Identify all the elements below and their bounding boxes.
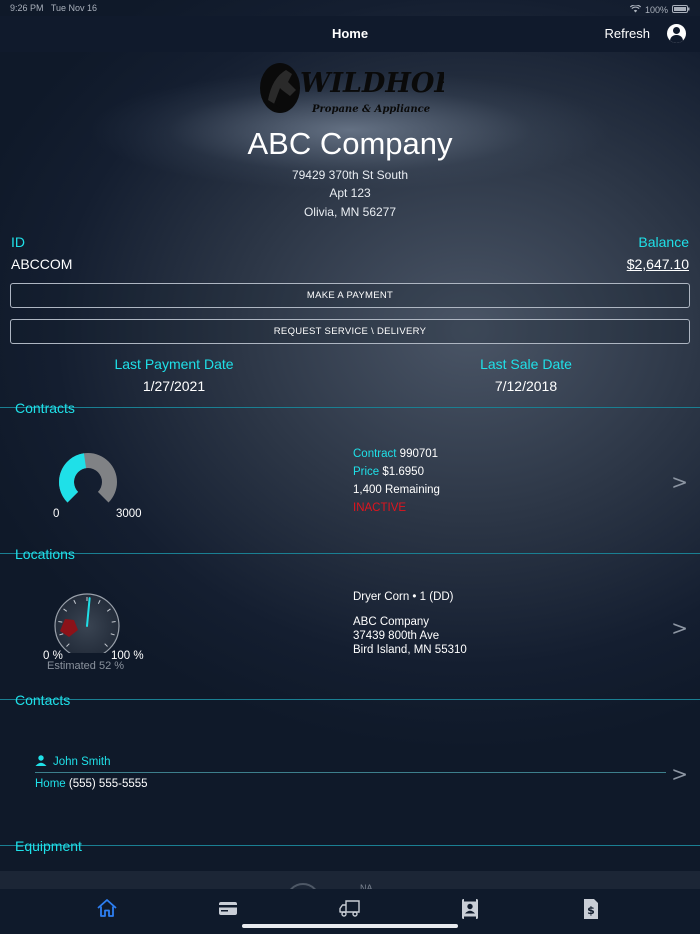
balance-value-link[interactable]: $2,647.10 xyxy=(627,256,689,272)
contact-separator xyxy=(35,772,666,773)
house-icon xyxy=(96,899,118,922)
contract-label: Contract xyxy=(353,448,397,460)
status-time: 9:26 PM xyxy=(10,3,44,13)
status-bar: 9:26 PM Tue Nov 16 100% xyxy=(0,0,700,16)
contracts-section-title: Contracts xyxy=(15,400,75,416)
tab-payments[interactable] xyxy=(217,898,241,920)
contact-book-icon xyxy=(459,899,481,924)
logo-tagline-text: Propane & Appliance xyxy=(311,104,430,115)
last-payment-date-value: 1/27/2021 xyxy=(142,378,206,394)
contract-number-row: Contract 990701 xyxy=(353,448,438,460)
location-city: Bird Island, MN 55310 xyxy=(353,644,467,656)
truck-icon xyxy=(338,900,362,922)
price-label: Price xyxy=(353,466,380,478)
locations-divider xyxy=(0,553,700,554)
battery-percent: 100% xyxy=(644,4,668,15)
contract-chevron-icon[interactable]: > xyxy=(671,470,688,494)
contract-usage-gauge xyxy=(59,453,117,503)
tank-estimated-level: Estimated 52 % xyxy=(47,660,125,672)
contract-gauge-min: 0 xyxy=(53,508,60,520)
contacts-section-title: Contacts xyxy=(15,692,71,708)
make-payment-button[interactable]: MAKE A PAYMENT xyxy=(10,283,690,308)
last-sale-date-label: Last Sale Date xyxy=(480,356,572,372)
address-line-3: Olivia, MN 56277 xyxy=(303,205,397,219)
address-line-2: Apt 123 xyxy=(329,186,371,200)
navigation-bar: Home Refresh xyxy=(0,16,700,52)
svg-text:$: $ xyxy=(587,904,595,917)
contract-status-badge: INACTIVE xyxy=(353,502,407,514)
user-account-icon[interactable] xyxy=(667,24,686,43)
contract-number: 990701 xyxy=(399,448,439,460)
logo-brand-text: WILDHORSE xyxy=(300,68,444,99)
nav-title: Home xyxy=(331,26,369,41)
contract-price-row: Price $1.6950 xyxy=(353,466,424,478)
equipment-section-title: Equipment xyxy=(15,838,82,854)
contact-chevron-icon[interactable]: > xyxy=(671,762,688,786)
battery-icon xyxy=(672,4,690,15)
account-id-label: ID xyxy=(11,234,25,250)
invoice-dollar-icon: $ xyxy=(580,899,602,924)
contract-remaining: 1,400 Remaining xyxy=(353,484,440,496)
account-id-value: ABCCOM xyxy=(11,256,73,272)
contact-phone-row: Home (555) 555-5555 xyxy=(35,778,148,790)
contract-gauge-max: 3000 xyxy=(116,508,142,520)
contact-name: John Smith xyxy=(53,756,111,768)
locations-section-title: Locations xyxy=(15,546,75,562)
last-sale-date-value: 7/12/2018 xyxy=(494,378,558,394)
company-logo: WILDHORSE Propane & Appliance xyxy=(258,60,497,118)
tab-delivery[interactable] xyxy=(338,898,362,920)
person-icon xyxy=(35,755,47,769)
last-payment-date-label: Last Payment Date xyxy=(114,356,234,372)
status-time-date: 9:26 PM Tue Nov 16 xyxy=(10,3,97,16)
tank-level-gauge xyxy=(54,593,120,653)
phone-type-label: Home xyxy=(35,778,66,790)
balance-label: Balance xyxy=(638,234,689,250)
price-value: $1.6950 xyxy=(382,466,424,478)
home-indicator xyxy=(242,924,458,928)
location-company: ABC Company xyxy=(353,616,430,628)
equipment-divider xyxy=(0,845,700,846)
status-right: 100% xyxy=(629,3,690,16)
tab-invoices[interactable]: $ xyxy=(580,898,604,920)
company-name: ABC Company xyxy=(247,126,453,161)
contracts-divider xyxy=(0,407,700,408)
contact-name-row: John Smith xyxy=(35,755,111,769)
wifi-icon xyxy=(629,3,642,15)
location-street: 37439 800th Ave xyxy=(353,630,440,642)
refresh-button[interactable]: Refresh xyxy=(604,26,650,41)
app-screen: 9:26 PM Tue Nov 16 100% Home Refresh WIL… xyxy=(0,0,700,934)
location-chevron-icon[interactable]: > xyxy=(671,616,688,640)
credit-card-icon xyxy=(217,902,239,922)
contacts-divider xyxy=(0,699,700,700)
equipment-card-peek: NA xyxy=(0,871,700,889)
request-service-button[interactable]: REQUEST SERVICE \ DELIVERY xyxy=(10,319,690,344)
location-name: Dryer Corn • 1 (DD) xyxy=(353,591,454,603)
phone-number[interactable]: (555) 555-5555 xyxy=(69,778,148,790)
status-date: Tue Nov 16 xyxy=(50,3,98,13)
address-line-1: 79429 370th St South xyxy=(291,168,409,182)
tab-contacts[interactable] xyxy=(459,898,483,920)
tab-home[interactable] xyxy=(96,898,120,920)
